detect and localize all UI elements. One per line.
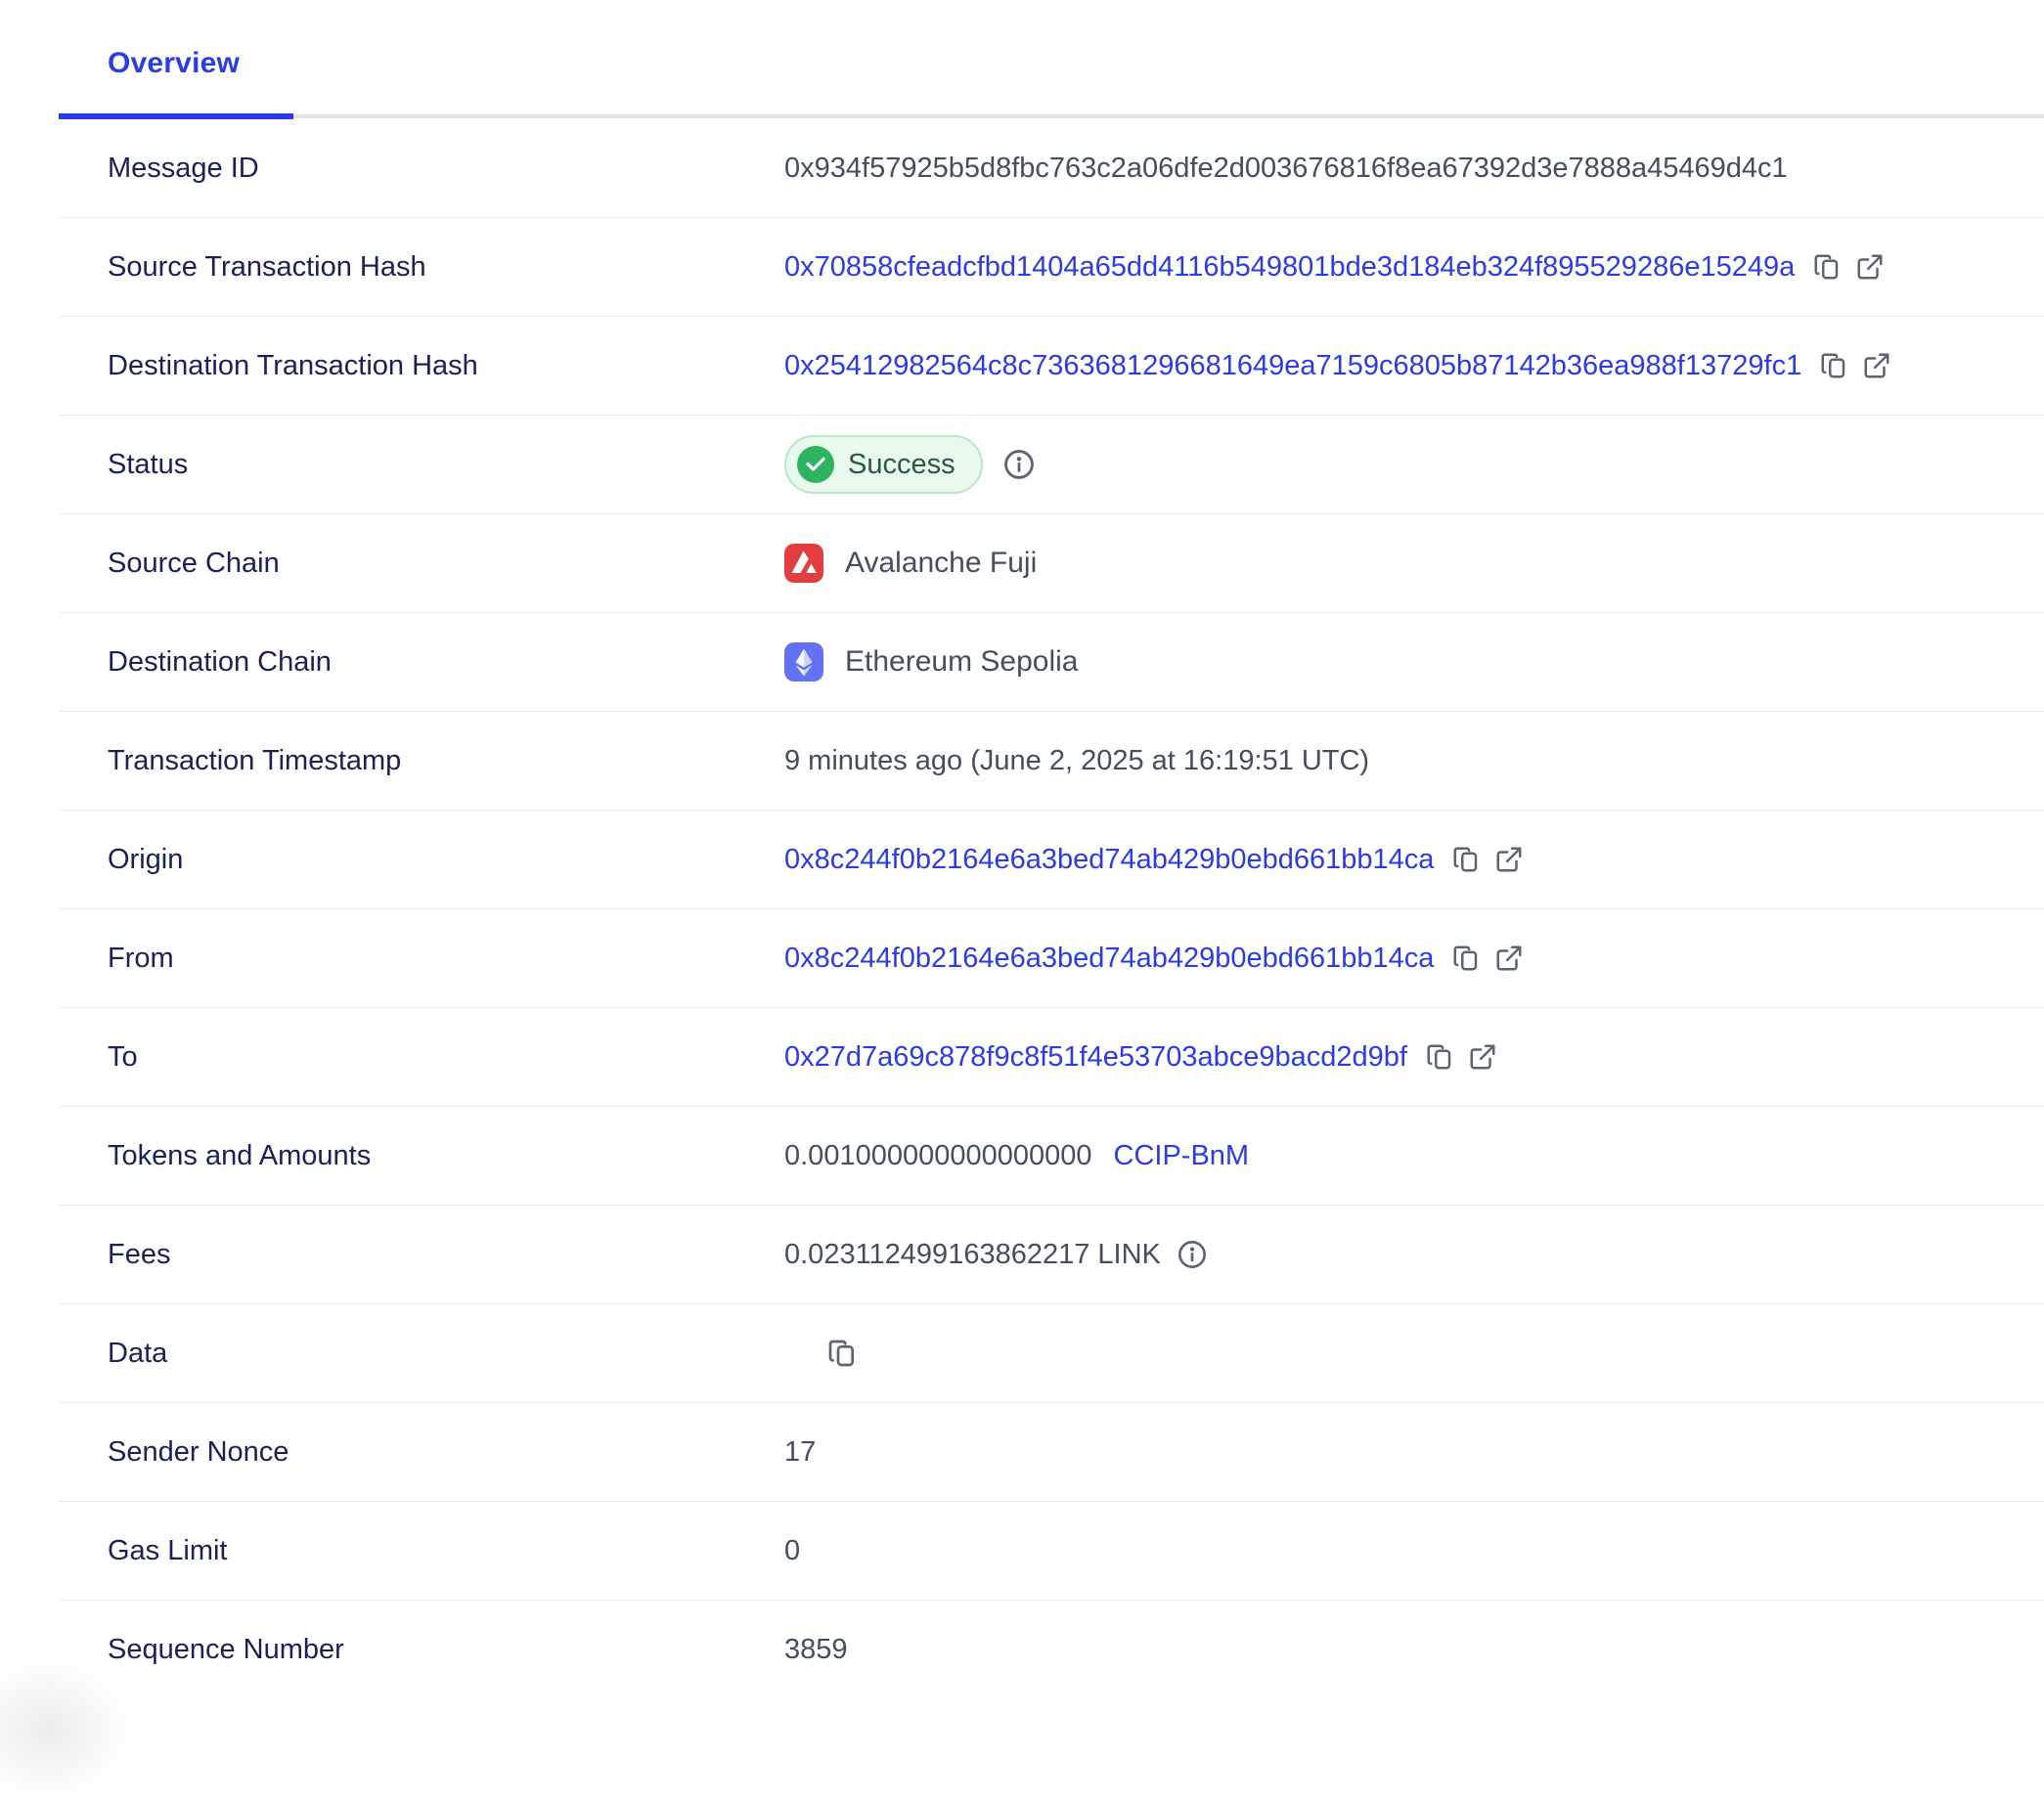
destination-tx-hash-link[interactable]: 0x25412982564c8c7363681296681649ea7159c6…: [784, 350, 1801, 382]
avalanche-logo-icon: [784, 544, 823, 583]
copy-icon[interactable]: [1425, 1042, 1454, 1072]
info-icon[interactable]: [1177, 1239, 1208, 1270]
origin-address-link[interactable]: 0x8c244f0b2164e6a3bed74ab429b0ebd661bb14…: [784, 844, 1434, 876]
message-id-value: 0x934f57925b5d8fbc763c2a06dfe2d003676816…: [784, 153, 1788, 185]
copy-icon[interactable]: [826, 1338, 858, 1369]
sequence-number-value: 3859: [784, 1634, 848, 1666]
row-source-tx-hash: Source Transaction Hash 0x70858cfeadcfbd…: [59, 218, 2044, 317]
source-chain-name: Avalanche Fuji: [845, 547, 1037, 580]
status-text: Success: [848, 449, 955, 481]
row-destination-chain: Destination Chain Ethereum Sepolia: [59, 613, 2044, 712]
row-status: Status Success: [59, 416, 2044, 514]
ethereum-logo-icon: [784, 642, 823, 682]
row-label: Tokens and Amounts: [59, 1140, 784, 1172]
external-link-icon[interactable]: [1855, 252, 1885, 282]
copy-icon[interactable]: [1819, 351, 1848, 380]
tab-underline: [0, 113, 2044, 119]
row-from: From 0x8c244f0b2164e6a3bed74ab429b0ebd66…: [59, 909, 2044, 1008]
tab-underline-track: [59, 114, 2044, 118]
tab-overview[interactable]: Overview: [108, 47, 240, 80]
row-origin: Origin 0x8c244f0b2164e6a3bed74ab429b0ebd…: [59, 811, 2044, 909]
check-icon: [797, 446, 834, 483]
row-data: Data: [59, 1304, 2044, 1403]
overview-table: Message ID 0x934f57925b5d8fbc763c2a06dfe…: [59, 119, 2044, 1699]
copy-icon[interactable]: [1812, 252, 1842, 282]
external-link-icon[interactable]: [1494, 845, 1524, 874]
sender-nonce-value: 17: [784, 1436, 816, 1469]
external-link-icon[interactable]: [1862, 351, 1891, 380]
tab-underline-active: [59, 113, 293, 119]
token-link[interactable]: CCIP-BnM: [1114, 1140, 1250, 1172]
row-label: Data: [59, 1338, 784, 1370]
row-label: Message ID: [59, 153, 784, 185]
row-sender-nonce: Sender Nonce 17: [59, 1403, 2044, 1502]
row-label: Source Transaction Hash: [59, 251, 784, 284]
info-icon[interactable]: [1002, 448, 1036, 481]
external-link-icon[interactable]: [1494, 944, 1524, 973]
row-label: Origin: [59, 844, 784, 876]
copy-icon[interactable]: [1451, 845, 1481, 874]
copy-icon[interactable]: [1451, 944, 1481, 973]
from-address-link[interactable]: 0x8c244f0b2164e6a3bed74ab429b0ebd661bb14…: [784, 943, 1434, 975]
row-label: Transaction Timestamp: [59, 745, 784, 777]
source-tx-hash-link[interactable]: 0x70858cfeadcfbd1404a65dd4116b549801bde3…: [784, 251, 1795, 284]
row-label: Status: [59, 449, 784, 481]
to-address-link[interactable]: 0x27d7a69c878f9c8f51f4e53703abce9bacd2d9…: [784, 1041, 1407, 1074]
timestamp-value: 9 minutes ago (June 2, 2025 at 16:19:51 …: [784, 745, 1369, 777]
external-link-icon[interactable]: [1468, 1042, 1497, 1072]
row-label: From: [59, 943, 784, 975]
row-sequence-number: Sequence Number 3859: [59, 1601, 2044, 1699]
tab-bar: Overview: [0, 0, 2044, 80]
row-message-id: Message ID 0x934f57925b5d8fbc763c2a06dfe…: [59, 119, 2044, 218]
row-label: Destination Transaction Hash: [59, 350, 784, 382]
row-transaction-timestamp: Transaction Timestamp 9 minutes ago (Jun…: [59, 712, 2044, 811]
row-fees: Fees 0.023112499163862217 LINK: [59, 1206, 2044, 1304]
row-label: Fees: [59, 1239, 784, 1271]
row-destination-tx-hash: Destination Transaction Hash 0x254129825…: [59, 317, 2044, 416]
destination-chain-name: Ethereum Sepolia: [845, 645, 1078, 679]
token-amount: 0.001000000000000000: [784, 1140, 1092, 1172]
row-label: Sequence Number: [59, 1634, 784, 1666]
status-badge: Success: [784, 435, 983, 494]
row-label: Destination Chain: [59, 646, 784, 679]
gas-limit-value: 0: [784, 1535, 800, 1567]
row-tokens-and-amounts: Tokens and Amounts 0.001000000000000000 …: [59, 1107, 2044, 1206]
row-to: To 0x27d7a69c878f9c8f51f4e53703abce9bacd…: [59, 1008, 2044, 1107]
row-label: Sender Nonce: [59, 1436, 784, 1469]
fees-value: 0.023112499163862217 LINK: [784, 1239, 1161, 1271]
row-label: Gas Limit: [59, 1535, 784, 1567]
row-gas-limit: Gas Limit 0: [59, 1502, 2044, 1601]
row-label: Source Chain: [59, 548, 784, 580]
row-label: To: [59, 1041, 784, 1074]
row-source-chain: Source Chain Avalanche Fuji: [59, 514, 2044, 613]
